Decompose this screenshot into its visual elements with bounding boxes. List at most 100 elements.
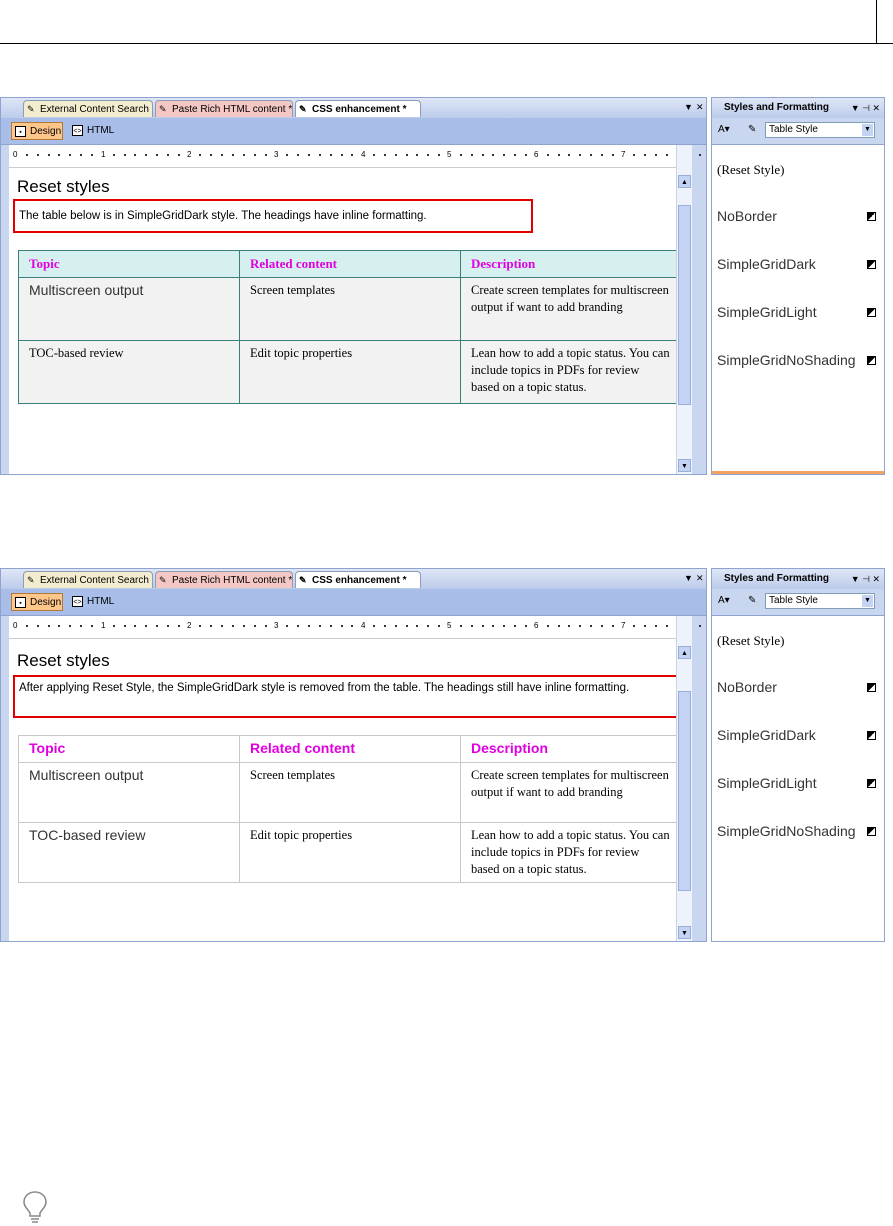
- vertical-scrollbar[interactable]: ▲ ▼: [676, 145, 692, 474]
- style-type-dropdown[interactable]: Table Style ▼: [765, 122, 875, 138]
- tab-external-content-search[interactable]: ✎ External Content Search: [23, 100, 153, 117]
- table-header-cell[interactable]: Description: [460, 250, 681, 278]
- table-cell[interactable]: Create screen templates for multiscreen …: [460, 277, 681, 341]
- scroll-thumb[interactable]: [678, 691, 691, 891]
- ruler-tick: [329, 625, 332, 627]
- table-header-cell[interactable]: Topic: [18, 735, 240, 763]
- style-item-reset[interactable]: (Reset Style): [717, 162, 785, 178]
- view-toolbar: ▪ Design <> HTML: [1, 589, 706, 616]
- ruler-tick: [470, 625, 473, 627]
- ruler-number: 0: [13, 621, 18, 630]
- style-item-simplegriddark[interactable]: SimpleGridDark: [717, 256, 816, 272]
- close-icon[interactable]: ✕: [696, 102, 704, 113]
- document-icon: ✎: [27, 575, 35, 585]
- ruler: 0 1 2 3 4 5 6 7: [9, 145, 701, 168]
- chevron-down-icon[interactable]: ▼: [862, 124, 873, 136]
- table-header-cell[interactable]: Description: [460, 735, 681, 763]
- style-item-simplegriddark[interactable]: SimpleGridDark: [717, 727, 816, 743]
- tab-external-content-search[interactable]: ✎ External Content Search: [23, 571, 153, 588]
- table-cell[interactable]: Lean how to add a topic status. You can …: [460, 340, 681, 404]
- edit-style-icon[interactable]: ✎: [748, 124, 756, 135]
- page-corner-tick: [876, 0, 877, 43]
- ruler-tick: [36, 154, 39, 156]
- table-cell[interactable]: Edit topic properties: [239, 340, 461, 404]
- document-icon: ✎: [299, 575, 307, 585]
- ruler-tick: [286, 154, 289, 156]
- style-item-simplegridnoshading[interactable]: SimpleGridNoShading: [717, 352, 856, 368]
- ruler-tick: [698, 625, 701, 627]
- scroll-up-icon[interactable]: ▲: [678, 175, 691, 188]
- ruler-tick: [666, 154, 668, 156]
- table-cell[interactable]: Multiscreen output: [18, 277, 240, 341]
- scroll-thumb[interactable]: [678, 205, 691, 405]
- scroll-up-icon[interactable]: ▲: [678, 646, 691, 659]
- table-cell[interactable]: TOC-based review: [18, 822, 240, 883]
- panel-controls-icon[interactable]: ▼ ⊣ ✕: [851, 569, 880, 589]
- table-cell[interactable]: Lean how to add a topic status. You can …: [460, 822, 681, 883]
- scroll-down-icon[interactable]: ▼: [678, 926, 691, 939]
- vertical-scrollbar[interactable]: ▲ ▼: [676, 616, 692, 941]
- design-view-button[interactable]: ▪ Design: [11, 122, 63, 140]
- table-cell[interactable]: Screen templates: [239, 277, 461, 341]
- style-item-simplegridlight[interactable]: SimpleGridLight: [717, 775, 817, 791]
- edit-style-icon[interactable]: ✎: [748, 595, 756, 606]
- ruler-tick: [394, 625, 397, 627]
- table-header-cell[interactable]: Related content: [239, 250, 461, 278]
- table-cell[interactable]: TOC-based review: [18, 340, 240, 404]
- ruler-tick: [351, 625, 354, 627]
- tab-css-enhancement[interactable]: ✎ CSS enhancement *: [295, 100, 421, 117]
- view-toolbar: ▪ Design <> HTML: [1, 118, 706, 145]
- ruler-tick: [611, 154, 614, 156]
- ruler-number: 0: [13, 150, 18, 159]
- style-type-dropdown[interactable]: Table Style ▼: [765, 593, 875, 609]
- ruler-tick: [644, 625, 647, 627]
- ruler-tick: [416, 154, 419, 156]
- design-view-button[interactable]: ▪ Design: [11, 593, 63, 611]
- table-header-row: Topic Related content Description: [18, 735, 681, 763]
- ruler-tick: [340, 154, 343, 156]
- scroll-down-icon[interactable]: ▼: [678, 459, 691, 472]
- html-view-button[interactable]: <> HTML: [69, 593, 115, 611]
- style-item-simplegridnoshading[interactable]: SimpleGridNoShading: [717, 823, 856, 839]
- tab-menu-icon[interactable]: ▼: [684, 102, 693, 112]
- ruler-tick: [383, 625, 386, 627]
- styled-table[interactable]: Topic Related content Description Multis…: [18, 250, 681, 404]
- ruler-tick: [36, 625, 39, 627]
- tab-paste-rich-html[interactable]: ✎ Paste Rich HTML content *: [155, 571, 293, 588]
- html-view-button[interactable]: <> HTML: [69, 122, 115, 140]
- table-header-cell[interactable]: Topic: [18, 250, 240, 278]
- ruler-tick: [177, 154, 180, 156]
- document-canvas[interactable]: Reset styles The table below is in Simpl…: [9, 168, 691, 474]
- page-heading: Reset styles: [17, 177, 110, 196]
- table-header-cell[interactable]: Related content: [239, 735, 461, 763]
- tab-paste-rich-html[interactable]: ✎ Paste Rich HTML content *: [155, 100, 293, 117]
- design-icon: ▪: [15, 597, 26, 608]
- style-item-noborder[interactable]: NoBorder: [717, 208, 777, 224]
- close-icon[interactable]: ✕: [696, 573, 704, 584]
- document-canvas[interactable]: Reset styles After applying Reset Style,…: [9, 639, 691, 941]
- new-style-icon[interactable]: A▾: [718, 595, 730, 606]
- tab-css-enhancement[interactable]: ✎ CSS enhancement *: [295, 571, 421, 588]
- callout-note: The table below is in SimpleGridDark sty…: [13, 199, 533, 233]
- table-cell[interactable]: Screen templates: [239, 762, 461, 823]
- ruler-tick: [112, 625, 115, 627]
- ruler-tick: [69, 154, 72, 156]
- style-item-simplegridlight[interactable]: SimpleGridLight: [717, 304, 817, 320]
- design-icon: ▪: [15, 126, 26, 137]
- ruler-tick: [297, 625, 300, 627]
- ruler-tick: [90, 154, 93, 156]
- ruler-number: 2: [187, 150, 192, 159]
- style-item-noborder[interactable]: NoBorder: [717, 679, 777, 695]
- panel-controls-icon[interactable]: ▼ ⊣ ✕: [851, 98, 880, 118]
- table-cell[interactable]: Create screen templates for multiscreen …: [460, 762, 681, 823]
- ruler-tick: [232, 625, 234, 627]
- style-item-reset[interactable]: (Reset Style): [717, 633, 785, 649]
- table-cell[interactable]: Multiscreen output: [18, 762, 240, 823]
- chevron-down-icon[interactable]: ▼: [862, 595, 873, 607]
- reset-table[interactable]: Topic Related content Description Multis…: [18, 735, 681, 883]
- tab-menu-icon[interactable]: ▼: [684, 573, 693, 583]
- ruler-tick: [481, 154, 484, 156]
- new-style-icon[interactable]: A▾: [718, 124, 730, 135]
- ruler-tick: [590, 154, 593, 156]
- table-cell[interactable]: Edit topic properties: [239, 822, 461, 883]
